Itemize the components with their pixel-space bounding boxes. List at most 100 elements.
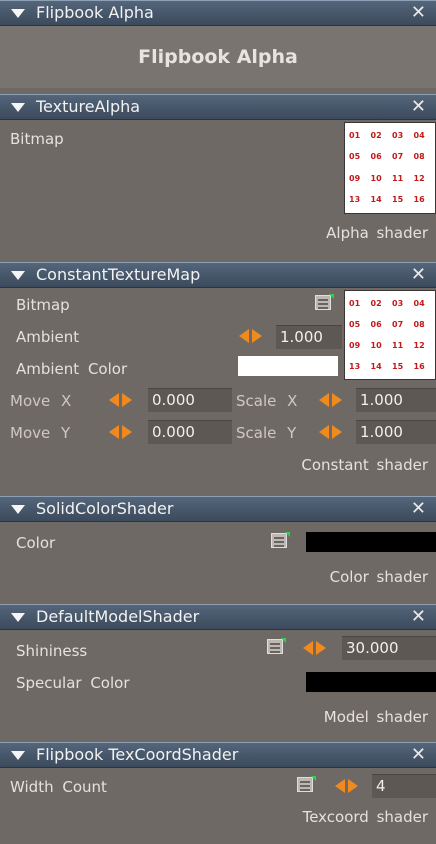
- shader-footer-label: Color shader: [329, 568, 428, 586]
- panel-solid-color-shader: SolidColorShader ✕ Color Color shader: [0, 496, 436, 604]
- list-icon[interactable]: [266, 638, 286, 656]
- node-title-banner: Flipbook Alpha: [0, 26, 436, 88]
- list-icon[interactable]: [296, 776, 316, 794]
- thumbnail-frame-number: 01: [349, 130, 361, 140]
- panel-flipbook-texcoord-shader: Flipbook TexCoordShader ✕ Width Count 4 …: [0, 742, 436, 838]
- move-y-field[interactable]: 0.000: [148, 420, 232, 444]
- thumbnail-frame-number: 14: [370, 361, 382, 371]
- thumbnail-frame-number: 15: [392, 361, 404, 371]
- width-count-field[interactable]: 4: [372, 774, 436, 798]
- scale-y-spinner[interactable]: [318, 422, 344, 442]
- thumbnail-frame-number: 10: [370, 340, 382, 350]
- move-y-label: Move Y: [10, 424, 71, 442]
- panel-flipbook-alpha: Flipbook Alpha ✕ Flipbook Alpha: [0, 0, 436, 94]
- thumbnail-frame-number: 09: [349, 173, 361, 183]
- thumbnail-frame-number: 07: [392, 319, 404, 329]
- shader-footer-label: Constant shader: [301, 456, 428, 474]
- thumbnail-frame-number: 04: [413, 298, 425, 308]
- panel-header-flipbook-alpha[interactable]: Flipbook Alpha ✕: [0, 0, 436, 26]
- close-icon[interactable]: ✕: [411, 264, 426, 285]
- thumbnail-frame-number: 13: [349, 195, 361, 205]
- collapse-triangle-icon[interactable]: [11, 751, 25, 760]
- bitmap-thumbnail[interactable]: 01 02 03 04 05 06 07 08 09 10 11 12 13 14 15 16: [344, 290, 436, 380]
- shader-footer-label: Alpha shader: [326, 224, 428, 242]
- thumbnail-frame-number: 12: [413, 173, 425, 183]
- thumbnail-frame-number: 09: [349, 340, 361, 350]
- close-icon[interactable]: ✕: [411, 96, 426, 117]
- color-label: Color: [16, 534, 56, 552]
- panel-body: Flipbook Alpha: [0, 26, 436, 94]
- bitmap-label: Bitmap: [10, 130, 64, 148]
- shininess-label: Shininess: [16, 642, 88, 660]
- thumbnail-frame-number: 02: [370, 298, 382, 308]
- panel-title: SolidColorShader: [36, 499, 174, 518]
- thumbnail-frame-number: 11: [392, 173, 404, 183]
- thumbnail-frame-number: 06: [370, 319, 382, 329]
- bitmap-label: Bitmap: [16, 296, 70, 314]
- panel-title: ConstantTextureMap: [36, 265, 201, 284]
- thumbnail-frame-number: 11: [392, 340, 404, 350]
- thumbnail-frame-number: 07: [392, 152, 404, 162]
- width-count-spinner[interactable]: [334, 776, 360, 796]
- panel-body: Bitmap 01 02 03 04 05 06 07 08 09 10 11 12 13 14 15 16 …: [0, 288, 436, 496]
- thumbnail-frame-number: 04: [413, 130, 425, 140]
- panel-body: Color Color shader: [0, 522, 436, 604]
- bitmap-thumbnail[interactable]: 01 02 03 04 05 06 07 08 09 10 11 12 13 14 15 16: [344, 122, 436, 214]
- thumbnail-frame-number: 15: [392, 195, 404, 205]
- shader-footer-label: Texcoord shader: [302, 808, 428, 826]
- color-swatch[interactable]: [306, 532, 436, 552]
- list-icon[interactable]: [314, 294, 334, 312]
- thumbnail-frame-number: 05: [349, 152, 361, 162]
- panel-title: Flipbook TexCoordShader: [36, 745, 239, 764]
- panel-header-texture-alpha[interactable]: TextureAlpha ✕: [0, 94, 436, 120]
- scale-y-field[interactable]: 1.000: [356, 420, 436, 444]
- ambient-color-swatch[interactable]: [238, 356, 338, 376]
- scale-y-label: Scale Y: [236, 424, 297, 442]
- specular-color-swatch[interactable]: [306, 672, 436, 692]
- panel-default-model-shader: DefaultModelShader ✕ Shininess 30.000 Sp…: [0, 604, 436, 742]
- collapse-triangle-icon[interactable]: [11, 271, 25, 280]
- collapse-triangle-icon[interactable]: [11, 9, 25, 18]
- panel-title: Flipbook Alpha: [36, 3, 154, 22]
- panel-title: DefaultModelShader: [36, 607, 200, 626]
- thumbnail-frame-number: 03: [392, 130, 404, 140]
- thumbnail-frame-number: 02: [370, 130, 382, 140]
- thumbnail-frame-number: 13: [349, 361, 361, 371]
- close-icon[interactable]: ✕: [411, 498, 426, 519]
- panel-constant-texture-map: ConstantTextureMap ✕ Bitmap 01 02 03 04 05 06…: [0, 262, 436, 496]
- move-x-label: Move X: [10, 392, 72, 410]
- thumbnail-frame-number: 10: [370, 173, 382, 183]
- panel-header-default-model-shader[interactable]: DefaultModelShader ✕: [0, 604, 436, 630]
- shininess-spinner[interactable]: [302, 638, 328, 658]
- shader-footer-label: Model shader: [323, 708, 428, 726]
- width-count-label: Width Count: [10, 778, 107, 796]
- move-y-spinner[interactable]: [108, 422, 134, 442]
- panel-title: TextureAlpha: [36, 97, 141, 116]
- close-icon[interactable]: ✕: [411, 2, 426, 23]
- collapse-triangle-icon[interactable]: [11, 613, 25, 622]
- ambient-spinner[interactable]: [238, 326, 264, 346]
- panel-header-constant-texture-map[interactable]: ConstantTextureMap ✕: [0, 262, 436, 288]
- move-x-field[interactable]: 0.000: [148, 388, 232, 412]
- panel-header-solid-color-shader[interactable]: SolidColorShader ✕: [0, 496, 436, 522]
- close-icon[interactable]: ✕: [411, 606, 426, 627]
- scale-x-spinner[interactable]: [318, 390, 344, 410]
- thumbnail-frame-number: 03: [392, 298, 404, 308]
- ambient-label: Ambient: [16, 328, 80, 346]
- collapse-triangle-icon[interactable]: [11, 103, 25, 112]
- thumbnail-frame-number: 16: [413, 361, 425, 371]
- thumbnail-frame-number: 06: [370, 152, 382, 162]
- panel-header-flipbook-texcoord-shader[interactable]: Flipbook TexCoordShader ✕: [0, 742, 436, 768]
- list-icon[interactable]: [270, 532, 290, 550]
- thumbnail-frame-number: 12: [413, 340, 425, 350]
- ambient-field[interactable]: 1.000: [276, 325, 342, 349]
- collapse-triangle-icon[interactable]: [11, 505, 25, 514]
- move-x-spinner[interactable]: [108, 390, 134, 410]
- panel-body: Width Count 4 Texcoord shader: [0, 768, 436, 838]
- scale-x-field[interactable]: 1.000: [356, 388, 436, 412]
- thumbnail-frame-number: 08: [413, 152, 425, 162]
- node-title: Flipbook Alpha: [138, 46, 298, 68]
- shininess-field[interactable]: 30.000: [342, 636, 436, 660]
- close-icon[interactable]: ✕: [411, 744, 426, 765]
- thumbnail-frame-number: 01: [349, 298, 361, 308]
